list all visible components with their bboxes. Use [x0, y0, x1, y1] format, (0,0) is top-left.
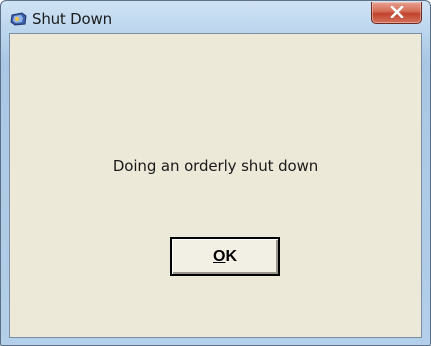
ok-button-mnemonic: O: [212, 247, 226, 265]
ok-button[interactable]: OK: [170, 237, 280, 276]
title-bar[interactable]: Shut Down: [1, 1, 430, 33]
app-icon: [10, 11, 28, 27]
message-text: Doing an orderly shut down: [112, 157, 319, 175]
close-icon: [390, 6, 404, 18]
ok-button-label: K: [225, 247, 237, 265]
dialog-body: Doing an orderly shut down OK: [9, 33, 422, 338]
window-title: Shut Down: [32, 10, 112, 28]
close-button[interactable]: [371, 2, 422, 24]
dialog-window: Shut Down Doing an orderly shut down OK: [0, 0, 431, 346]
